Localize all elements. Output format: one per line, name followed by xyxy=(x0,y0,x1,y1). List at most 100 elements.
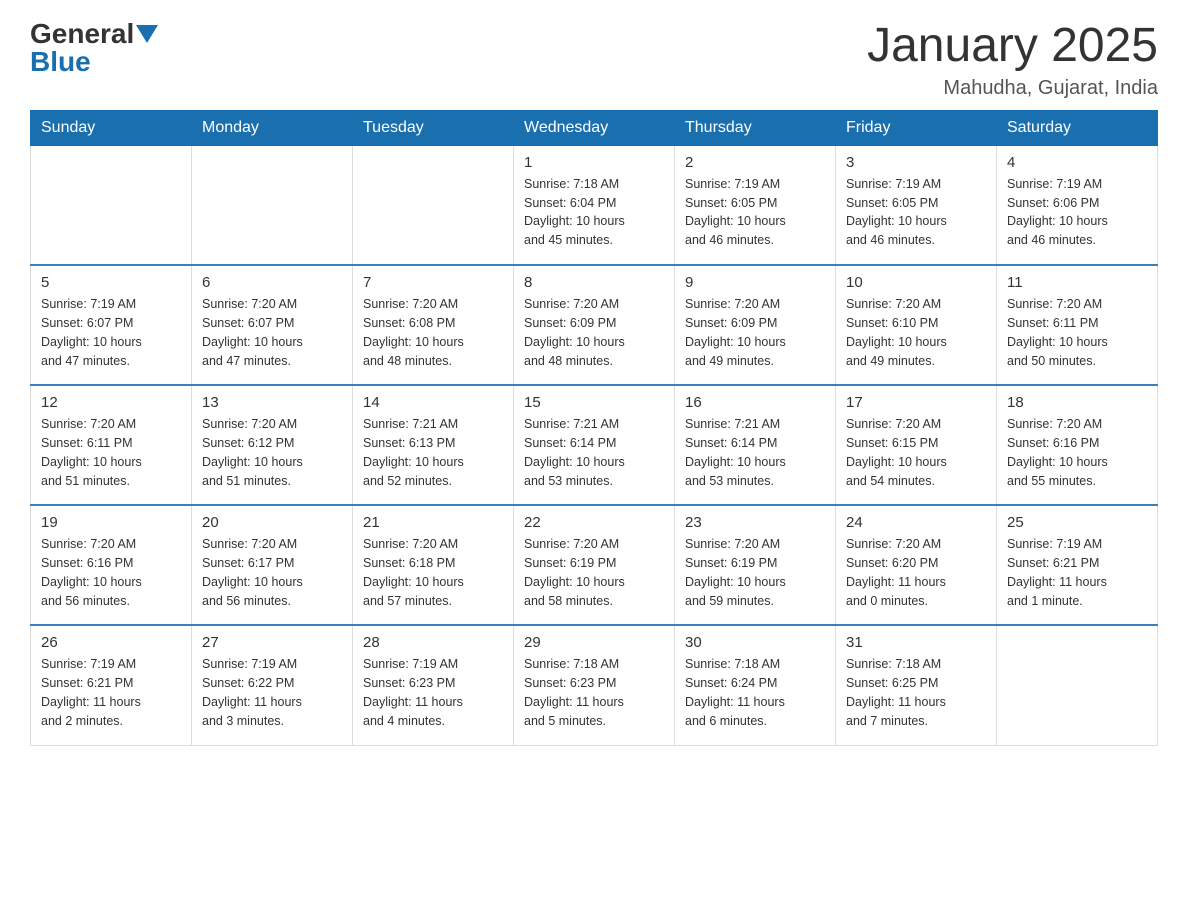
day-number: 28 xyxy=(363,634,503,651)
day-number: 9 xyxy=(685,274,825,291)
day-info: Sunrise: 7:20 AMSunset: 6:19 PMDaylight:… xyxy=(685,535,825,610)
day-number: 3 xyxy=(846,154,986,171)
day-info: Sunrise: 7:18 AMSunset: 6:25 PMDaylight:… xyxy=(846,655,986,730)
calendar-cell: 18 Sunrise: 7:20 AMSunset: 6:16 PMDayligh… xyxy=(997,385,1158,505)
day-number: 13 xyxy=(202,394,342,411)
day-number: 4 xyxy=(1007,154,1147,171)
calendar-cell: 13 Sunrise: 7:20 AMSunset: 6:12 PMDayligh… xyxy=(192,385,353,505)
day-info: Sunrise: 7:18 AMSunset: 6:23 PMDaylight:… xyxy=(524,655,664,730)
calendar-cell: 27 Sunrise: 7:19 AMSunset: 6:22 PMDayligh… xyxy=(192,625,353,745)
day-info: Sunrise: 7:19 AMSunset: 6:23 PMDaylight:… xyxy=(363,655,503,730)
day-info: Sunrise: 7:20 AMSunset: 6:20 PMDaylight:… xyxy=(846,535,986,610)
calendar-cell: 26Sunrise: 7:19 AMSunset: 6:21 PMDayligh… xyxy=(31,625,192,745)
day-info: Sunrise: 7:20 AMSunset: 6:09 PMDaylight:… xyxy=(685,295,825,370)
day-info: Sunrise: 7:20 AMSunset: 6:07 PMDaylight:… xyxy=(202,295,342,370)
day-number: 2 xyxy=(685,154,825,171)
calendar-cell: 15Sunrise: 7:21 AMSunset: 6:14 PMDayligh… xyxy=(514,385,675,505)
day-number: 12 xyxy=(41,394,181,411)
logo-general-text: General xyxy=(30,20,134,48)
calendar-cell: 31Sunrise: 7:18 AMSunset: 6:25 PMDayligh… xyxy=(836,625,997,745)
calendar-cell xyxy=(997,625,1158,745)
day-info: Sunrise: 7:20 AMSunset: 6:18 PMDaylight:… xyxy=(363,535,503,610)
day-number: 18 xyxy=(1007,394,1147,411)
day-info: Sunrise: 7:19 AMSunset: 6:06 PMDaylight:… xyxy=(1007,175,1147,250)
day-number: 10 xyxy=(846,274,986,291)
calendar-title: January 2025 xyxy=(867,20,1158,73)
day-number: 8 xyxy=(524,274,664,291)
calendar-cell: 30Sunrise: 7:18 AMSunset: 6:24 PMDayligh… xyxy=(675,625,836,745)
day-info: Sunrise: 7:20 AMSunset: 6:15 PMDaylight:… xyxy=(846,415,986,490)
calendar-cell: 29 Sunrise: 7:18 AMSunset: 6:23 PMDayligh… xyxy=(514,625,675,745)
weekday-monday: Monday xyxy=(192,110,353,145)
day-info: Sunrise: 7:20 AMSunset: 6:11 PMDaylight:… xyxy=(41,415,181,490)
day-number: 26 xyxy=(41,634,181,651)
logo-blue-text: Blue xyxy=(30,48,91,76)
day-number: 29 xyxy=(524,634,664,651)
calendar-cell: 23 Sunrise: 7:20 AMSunset: 6:19 PMDayligh… xyxy=(675,505,836,625)
calendar-cell: 21 Sunrise: 7:20 AMSunset: 6:18 PMDayligh… xyxy=(353,505,514,625)
calendar-cell xyxy=(31,145,192,265)
day-info: Sunrise: 7:20 AMSunset: 6:17 PMDaylight:… xyxy=(202,535,342,610)
day-info: Sunrise: 7:19 AMSunset: 6:05 PMDaylight:… xyxy=(846,175,986,250)
day-info: Sunrise: 7:20 AMSunset: 6:08 PMDaylight:… xyxy=(363,295,503,370)
calendar-cell xyxy=(353,145,514,265)
day-number: 25 xyxy=(1007,514,1147,531)
calendar-cell: 17 Sunrise: 7:20 AMSunset: 6:15 PMDayligh… xyxy=(836,385,997,505)
day-number: 27 xyxy=(202,634,342,651)
calendar-cell: 5 Sunrise: 7:19 AMSunset: 6:07 PMDaylight… xyxy=(31,265,192,385)
weekday-sunday: Sunday xyxy=(31,110,192,145)
day-number: 16 xyxy=(685,394,825,411)
calendar-table: SundayMondayTuesdayWednesdayThursdayFrid… xyxy=(30,110,1158,746)
calendar-cell: 6 Sunrise: 7:20 AMSunset: 6:07 PMDaylight… xyxy=(192,265,353,385)
day-number: 7 xyxy=(363,274,503,291)
day-info: Sunrise: 7:20 AMSunset: 6:16 PMDaylight:… xyxy=(1007,415,1147,490)
day-number: 17 xyxy=(846,394,986,411)
calendar-cell: 4 Sunrise: 7:19 AMSunset: 6:06 PMDaylight… xyxy=(997,145,1158,265)
calendar-cell: 11 Sunrise: 7:20 AMSunset: 6:11 PMDayligh… xyxy=(997,265,1158,385)
day-number: 6 xyxy=(202,274,342,291)
calendar-cell: 10Sunrise: 7:20 AMSunset: 6:10 PMDayligh… xyxy=(836,265,997,385)
day-info: Sunrise: 7:19 AMSunset: 6:22 PMDaylight:… xyxy=(202,655,342,730)
logo: General Blue xyxy=(30,20,158,76)
day-info: Sunrise: 7:21 AMSunset: 6:13 PMDaylight:… xyxy=(363,415,503,490)
calendar-cell: 12 Sunrise: 7:20 AMSunset: 6:11 PMDayligh… xyxy=(31,385,192,505)
calendar-week-row: 1 Sunrise: 7:18 AMSunset: 6:04 PMDaylight… xyxy=(31,145,1158,265)
day-number: 23 xyxy=(685,514,825,531)
calendar-cell: 7 Sunrise: 7:20 AMSunset: 6:08 PMDaylight… xyxy=(353,265,514,385)
day-info: Sunrise: 7:19 AMSunset: 6:21 PMDaylight:… xyxy=(1007,535,1147,610)
weekday-friday: Friday xyxy=(836,110,997,145)
page-header: General Blue January 2025 Mahudha, Gujar… xyxy=(30,20,1158,100)
day-number: 19 xyxy=(41,514,181,531)
day-number: 24 xyxy=(846,514,986,531)
location: Mahudha, Gujarat, India xyxy=(867,77,1158,100)
calendar-cell: 28 Sunrise: 7:19 AMSunset: 6:23 PMDayligh… xyxy=(353,625,514,745)
day-info: Sunrise: 7:20 AMSunset: 6:12 PMDaylight:… xyxy=(202,415,342,490)
calendar-week-row: 26Sunrise: 7:19 AMSunset: 6:21 PMDayligh… xyxy=(31,625,1158,745)
logo-arrow-icon xyxy=(136,25,158,43)
day-number: 1 xyxy=(524,154,664,171)
calendar-cell: 25 Sunrise: 7:19 AMSunset: 6:21 PMDayligh… xyxy=(997,505,1158,625)
weekday-tuesday: Tuesday xyxy=(353,110,514,145)
day-number: 14 xyxy=(363,394,503,411)
weekday-header-row: SundayMondayTuesdayWednesdayThursdayFrid… xyxy=(31,110,1158,145)
calendar-cell xyxy=(192,145,353,265)
day-info: Sunrise: 7:20 AMSunset: 6:16 PMDaylight:… xyxy=(41,535,181,610)
calendar-cell: 14 Sunrise: 7:21 AMSunset: 6:13 PMDayligh… xyxy=(353,385,514,505)
calendar-week-row: 12 Sunrise: 7:20 AMSunset: 6:11 PMDayligh… xyxy=(31,385,1158,505)
calendar-cell: 3 Sunrise: 7:19 AMSunset: 6:05 PMDaylight… xyxy=(836,145,997,265)
day-number: 21 xyxy=(363,514,503,531)
day-info: Sunrise: 7:19 AMSunset: 6:05 PMDaylight:… xyxy=(685,175,825,250)
day-info: Sunrise: 7:20 AMSunset: 6:11 PMDaylight:… xyxy=(1007,295,1147,370)
day-info: Sunrise: 7:21 AMSunset: 6:14 PMDaylight:… xyxy=(524,415,664,490)
calendar-week-row: 19 Sunrise: 7:20 AMSunset: 6:16 PMDayligh… xyxy=(31,505,1158,625)
calendar-cell: 19 Sunrise: 7:20 AMSunset: 6:16 PMDayligh… xyxy=(31,505,192,625)
calendar-cell: 1 Sunrise: 7:18 AMSunset: 6:04 PMDaylight… xyxy=(514,145,675,265)
day-info: Sunrise: 7:18 AMSunset: 6:04 PMDaylight:… xyxy=(524,175,664,250)
calendar-cell: 16 Sunrise: 7:21 AMSunset: 6:14 PMDayligh… xyxy=(675,385,836,505)
calendar-cell: 9 Sunrise: 7:20 AMSunset: 6:09 PMDaylight… xyxy=(675,265,836,385)
calendar-cell: 2 Sunrise: 7:19 AMSunset: 6:05 PMDaylight… xyxy=(675,145,836,265)
day-number: 5 xyxy=(41,274,181,291)
day-number: 11 xyxy=(1007,274,1147,291)
day-info: Sunrise: 7:21 AMSunset: 6:14 PMDaylight:… xyxy=(685,415,825,490)
day-info: Sunrise: 7:19 AMSunset: 6:07 PMDaylight:… xyxy=(41,295,181,370)
